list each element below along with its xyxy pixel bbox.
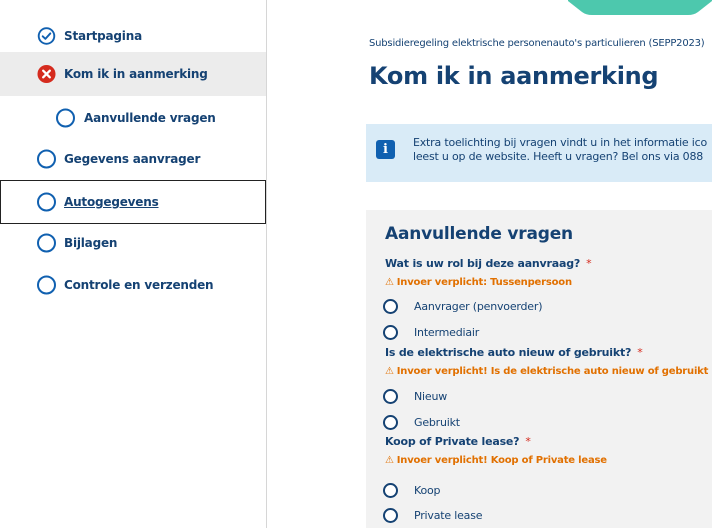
radio-option-intermediair[interactable]: Intermediair [383,322,479,342]
required-asterisk: * [525,435,531,448]
radio-button[interactable] [383,388,398,404]
radio-label: Nieuw [414,389,448,403]
sidebar-item-label: Autogegevens [64,195,159,209]
info-icon: i [376,140,395,159]
step-circle-icon [56,108,75,128]
sidebar-item-autogegevens[interactable]: Autogegevens [0,180,266,224]
info-text-line: Extra toelichting bij vragen vindt u in … [413,136,708,149]
step-circle-icon [37,233,56,253]
question-label-new-or-used: Is de elektrische auto nieuw of gebruikt… [385,346,643,359]
sidebar-item-label: Kom ik in aanmerking [64,67,208,81]
sidebar-nav: Startpagina Kom ik in aanmerking Aanvull… [0,0,267,528]
check-circle-icon [37,27,56,45]
question-text: Wat is uw rol bij deze aanvraag? [385,257,581,270]
sidebar-item-kom-ik-in-aanmerking[interactable]: Kom ik in aanmerking [0,52,266,96]
sidebar-item-controle-en-verzenden[interactable]: Controle en verzenden [0,263,266,307]
sidebar-item-bijlagen[interactable]: Bijlagen [0,221,266,265]
warning-icon: ⚠ [385,455,394,466]
error-text: Invoer verplicht! Koop of Private lease [396,455,607,466]
warning-icon: ⚠ [385,366,394,377]
radio-label: Intermediair [414,325,480,339]
sidebar-item-label: Bijlagen [64,236,118,250]
question-text: Is de elektrische auto nieuw of gebruikt… [385,346,632,359]
sidebar-item-label: Startpagina [64,29,142,43]
radio-label: Koop [414,483,441,497]
sidebar-item-label: Gegevens aanvrager [64,152,201,166]
sidebar-item-gegevens-aanvrager[interactable]: Gegevens aanvrager [0,137,266,181]
radio-option-nieuw[interactable]: Nieuw [383,386,447,406]
sidebar-item-label: Controle en verzenden [64,278,214,292]
radio-label: Aanvrager (penvoerder) [414,299,543,313]
error-circle-icon [37,64,56,84]
sidebar-item-label: Aanvullende vragen [84,111,216,125]
radio-option-gebruikt[interactable]: Gebruikt [383,412,460,432]
question-label-purchase-or-lease: Koop of Private lease? * [385,435,531,448]
question-label-role: Wat is uw rol bij deze aanvraag? * [385,257,592,270]
error-text: Invoer verplicht! Is de elektrische auto… [396,366,709,377]
form-card: Aanvullende vragen Wat is uw rol bij dez… [366,210,712,528]
question-text: Koop of Private lease? [385,435,520,448]
step-circle-icon [37,149,56,169]
radio-button[interactable] [383,482,398,498]
sidebar-item-aanvullende-vragen[interactable]: Aanvullende vragen [0,96,266,140]
info-box: i Extra toelichting bij vragen vindt u i… [366,124,712,182]
error-text: Invoer verplicht: Tussenpersoon [396,277,572,288]
radio-label: Private lease [414,508,483,522]
info-text-line: leest u op de website. Heeft u vragen? B… [413,150,704,163]
radio-button[interactable] [383,507,398,523]
validation-error-purchase-or-lease: ⚠ Invoer verplicht! Koop of Private lease [385,455,607,466]
validation-error-role: ⚠ Invoer verplicht: Tussenpersoon [385,277,572,288]
page-title: Kom ik in aanmerking [369,62,659,90]
breadcrumb: Subsidieregeling elektrische personenaut… [369,38,705,49]
validation-error-new-or-used: ⚠ Invoer verplicht! Is de elektrische aut… [385,366,708,377]
radio-button[interactable] [383,324,398,340]
section-title: Aanvullende vragen [385,224,573,244]
radio-label: Gebruikt [414,415,460,429]
radio-option-aanvrager[interactable]: Aanvrager (penvoerder) [383,296,542,316]
radio-option-koop[interactable]: Koop [383,480,441,500]
step-circle-icon [37,275,56,295]
radio-button[interactable] [383,298,398,314]
required-asterisk: * [586,257,592,270]
required-asterisk: * [637,346,643,359]
radio-button[interactable] [383,414,398,430]
top-tab-decoration [568,0,712,15]
warning-icon: ⚠ [385,277,394,288]
step-circle-icon [37,192,56,212]
radio-option-private-lease[interactable]: Private lease [383,505,483,525]
